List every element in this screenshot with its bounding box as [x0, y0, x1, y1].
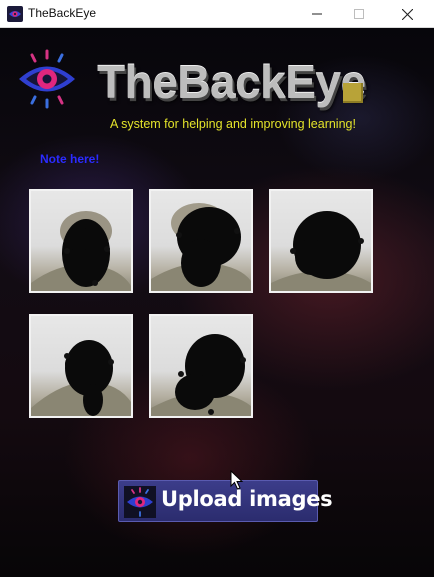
- obscured-face-image: [151, 203, 251, 291]
- app-window: TheBackEye TheBackEye A system for helpi…: [0, 0, 434, 577]
- image-thumbnail-1[interactable]: [29, 189, 133, 293]
- main-content: TheBackEye A system for helping and impr…: [0, 28, 434, 577]
- brand-title: TheBackEye: [97, 56, 366, 108]
- upload-images-button[interactable]: Upload images: [118, 480, 333, 522]
- eye-logo-icon: [19, 49, 75, 109]
- obscured-face-image: [151, 334, 251, 416]
- mouse-cursor-icon: [230, 470, 244, 490]
- brand-accent-square: [343, 83, 363, 103]
- close-button[interactable]: [384, 0, 430, 28]
- minimize-button[interactable]: [294, 0, 340, 28]
- image-thumbnail-2[interactable]: [149, 189, 253, 293]
- obscured-face-image: [31, 340, 131, 416]
- image-thumbnail-4[interactable]: [29, 314, 133, 418]
- note-label: Note here!: [40, 152, 100, 166]
- image-thumbnail-5[interactable]: [149, 314, 253, 418]
- close-icon: [401, 8, 413, 20]
- app-eye-icon: [7, 6, 23, 22]
- window-title: TheBackEye: [28, 6, 97, 20]
- obscured-face-image: [271, 211, 371, 291]
- tagline: A system for helping and improving learn…: [110, 117, 356, 131]
- title-bar[interactable]: TheBackEye: [0, 0, 434, 28]
- obscured-face-image: [31, 211, 131, 291]
- maximize-button[interactable]: [336, 0, 382, 28]
- upload-button-label: Upload images: [161, 487, 333, 511]
- maximize-icon: [354, 9, 364, 19]
- eye-logo-icon: [124, 486, 156, 518]
- image-thumbnail-3[interactable]: [269, 189, 373, 293]
- minimize-icon: [312, 13, 322, 15]
